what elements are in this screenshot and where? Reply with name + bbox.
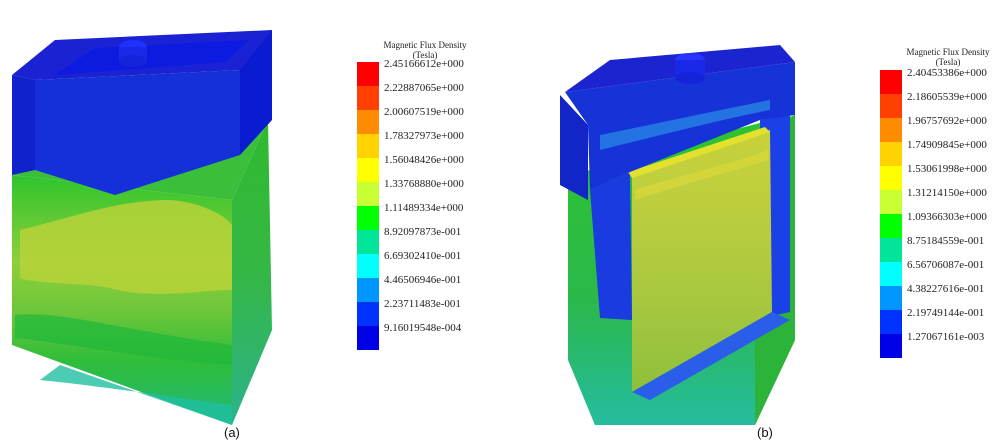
legend-value: 1.53061998e+000 — [907, 163, 987, 175]
legend-swatch — [880, 238, 902, 262]
legend-swatch — [880, 94, 902, 118]
legend-swatch — [880, 166, 902, 190]
legend-swatch — [357, 110, 379, 134]
legend-colorbar-a — [357, 62, 379, 350]
panel-b: Magnetic Flux Density (Tesla) 2.40453386… — [500, 0, 1000, 446]
legend-swatch — [880, 334, 902, 358]
legend-value: 4.46506946e-001 — [384, 274, 462, 286]
legend-value: 1.96757692e+000 — [907, 115, 987, 127]
legend-swatch — [357, 158, 379, 182]
legend-value: 1.31214150e+000 — [907, 187, 987, 199]
legend-swatch — [357, 278, 379, 302]
panel-a: Magnetic Flux Density (Tesla) 2.45166612… — [0, 0, 500, 446]
cap-left-face — [12, 75, 35, 175]
legend-swatch — [880, 214, 902, 238]
legend-value: 1.78327973e+000 — [384, 130, 464, 142]
legend-value: 2.22887065e+000 — [384, 82, 464, 94]
legend-swatch — [357, 206, 379, 230]
caption-b: (b) — [757, 425, 773, 440]
legend-swatch — [357, 254, 379, 278]
legend-value: 4.38227616e-001 — [907, 283, 985, 295]
legend-value: 8.92097873e-001 — [384, 226, 462, 238]
legend-value: 2.18605539e+000 — [907, 91, 987, 103]
legend-value: 9.16019548e-004 — [384, 322, 462, 334]
legend-value: 8.75184559e-001 — [907, 235, 985, 247]
legend-swatch — [880, 262, 902, 286]
legend-swatch — [357, 134, 379, 158]
legend-swatch — [880, 286, 902, 310]
legend-swatch — [880, 142, 902, 166]
legend-value: 6.69302410e-001 — [384, 250, 462, 262]
legend-value: 2.00607519e+000 — [384, 106, 464, 118]
legend-swatch — [357, 62, 379, 86]
legend-value: 2.19749144e-001 — [907, 307, 985, 319]
legend-swatch — [357, 302, 379, 326]
legend-swatch — [357, 326, 379, 350]
legend-title-a: Magnetic Flux Density (Tesla) — [383, 40, 467, 60]
caption-a: (a) — [224, 425, 240, 440]
legend-value: 2.40453386e+000 — [907, 67, 987, 79]
legend-value: 1.74909845e+000 — [907, 139, 987, 151]
legend-value: 2.23711483e-001 — [384, 298, 461, 310]
legend-swatch — [880, 118, 902, 142]
legend-value: 6.56706087e-001 — [907, 259, 985, 271]
legend-swatch — [357, 230, 379, 254]
legend-swatch — [880, 190, 902, 214]
legend-value: 1.33768880e+000 — [384, 178, 464, 190]
legend-swatch — [880, 70, 902, 94]
legend-value: 1.09366303e+000 — [907, 211, 987, 223]
legend-swatch — [357, 86, 379, 110]
legend-title-b: Magnetic Flux Density (Tesla) — [906, 47, 990, 67]
legend-value: 1.27067161e-003 — [907, 331, 985, 343]
legend-value: 2.45166612e+000 — [384, 58, 464, 70]
legend-swatch — [357, 182, 379, 206]
legend-value: 1.56048426e+000 — [384, 154, 464, 166]
legend-value: 1.11489334e+000 — [384, 202, 464, 214]
legend-colorbar-b — [880, 70, 902, 358]
legend-swatch — [880, 310, 902, 334]
